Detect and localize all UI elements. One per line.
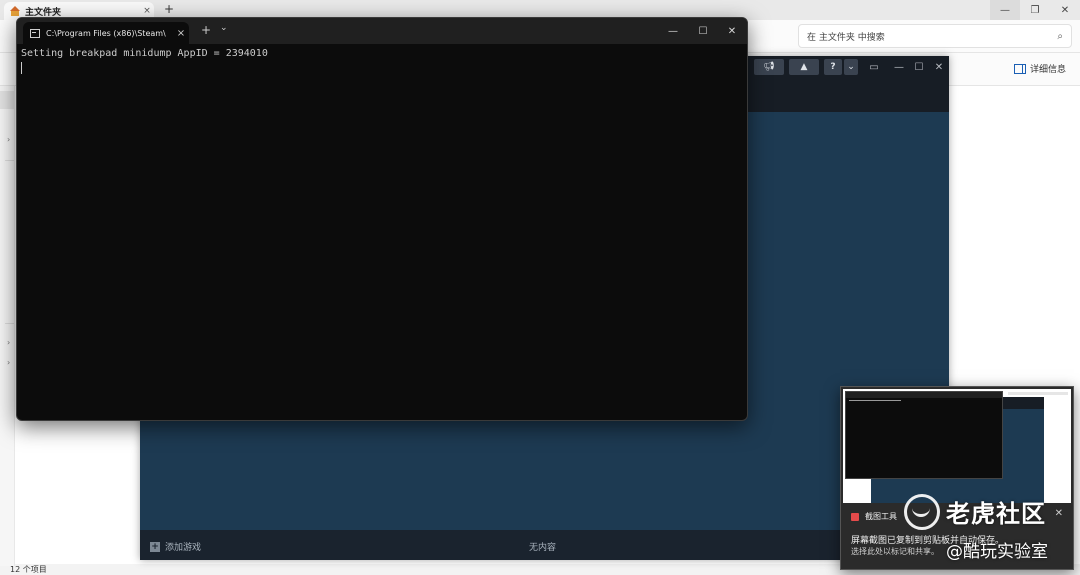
details-pane-label: 详细信息 (1029, 65, 1066, 75)
chevron-right-icon[interactable]: › (7, 358, 10, 367)
steam-minimize-button[interactable]: — (890, 59, 908, 75)
chevron-right-icon[interactable]: › (7, 135, 10, 144)
thumbnail-terminal-window (845, 391, 1003, 479)
explorer-tab-title: 主文件夹 (25, 7, 62, 18)
watermark-handle: @酷玩实验室 (946, 542, 1048, 562)
explorer-new-tab-button[interactable]: + (164, 2, 174, 16)
explorer-close-button[interactable]: ✕ (1050, 0, 1080, 20)
explorer-minimize-button[interactable]: — (990, 0, 1020, 20)
terminal-maximize-button[interactable]: ☐ (688, 18, 718, 44)
terminal-tab[interactable]: C:\Program Files (x86)\Steam\ × (23, 22, 189, 44)
thumbnail-explorer-bar (1008, 392, 1068, 395)
terminal-window: C:\Program Files (x86)\Steam\ × + ⌄ — ☐ … (16, 17, 748, 421)
terminal-tab-close-icon[interactable]: × (173, 28, 189, 39)
details-pane-icon (1013, 63, 1026, 74)
help-button[interactable]: ? (824, 59, 842, 75)
steam-close-button[interactable]: ✕ (930, 59, 948, 75)
bell-icon: ▲ (800, 62, 808, 72)
announcements-button[interactable]: 📢︎ (754, 59, 784, 75)
watermark-logo-icon (904, 494, 940, 530)
explorer-tab-close-icon[interactable]: × (140, 6, 154, 16)
terminal-icon (30, 28, 40, 38)
terminal-output-line: Setting breakpad minidump AppID = 239401… (21, 48, 268, 59)
home-folder-icon (10, 6, 20, 16)
steam-footer: + 添加游戏 无内容 (140, 530, 949, 560)
monitor-icon[interactable]: ▭ (865, 59, 883, 75)
thumbnail-terminal-bar (846, 392, 1002, 398)
notification-close-button[interactable]: ✕ (1055, 508, 1063, 519)
downloads-status[interactable]: 无内容 (529, 540, 556, 553)
terminal-new-tab-button[interactable]: + (201, 23, 211, 37)
terminal-output[interactable]: Setting breakpad minidump AppID = 239401… (21, 48, 268, 74)
terminal-minimize-button[interactable]: — (658, 18, 688, 44)
explorer-navigation-pane: › › › (0, 86, 15, 566)
terminal-dropdown-button[interactable]: ⌄ (220, 23, 228, 33)
notification-hint: 选择此处以标记和共享。 (851, 547, 939, 556)
account-dropdown-button[interactable]: ⌄ (844, 59, 858, 75)
search-icon[interactable]: ⌕ (1057, 31, 1063, 42)
explorer-restore-button[interactable]: ❐ (1020, 0, 1050, 20)
nav-selected-item[interactable] (0, 91, 14, 109)
steam-maximize-button[interactable]: ☐ (910, 59, 928, 75)
screenshot-thumbnail[interactable] (843, 389, 1071, 503)
nav-divider (5, 323, 14, 324)
watermark-title: 老虎社区 (946, 500, 1046, 528)
add-game-label: 添加游戏 (165, 543, 202, 553)
snipping-tool-icon (851, 512, 859, 521)
plus-icon: + (150, 541, 160, 552)
explorer-search-input[interactable]: 在 主文件夹 中搜索 ⌕ (798, 24, 1072, 48)
terminal-close-button[interactable]: ✕ (717, 18, 747, 44)
terminal-cursor (21, 62, 22, 74)
thumbnail-terminal-line (849, 400, 901, 401)
chevron-right-icon[interactable]: › (7, 338, 10, 347)
nav-divider (5, 160, 14, 161)
explorer-status-item-count: 12 个项目 (10, 565, 47, 574)
terminal-tab-title: C:\Program Files (x86)\Steam\ (46, 28, 166, 38)
notification-app-name: 截图工具 (865, 512, 897, 521)
search-placeholder: 在 主文件夹 中搜索 (807, 32, 885, 43)
explorer-window-controls: — ❐ ✕ (990, 0, 1080, 20)
megaphone-icon: 📢︎ (763, 62, 775, 72)
terminal-title-bar: C:\Program Files (x86)\Steam\ × + ⌄ — ☐ … (17, 18, 747, 44)
details-pane-button[interactable]: 详细信息 (1013, 62, 1066, 75)
notifications-button[interactable]: ▲ (789, 59, 819, 75)
add-game-button[interactable]: + 添加游戏 (150, 540, 201, 553)
notification-app-header: 截图工具 (851, 511, 897, 522)
